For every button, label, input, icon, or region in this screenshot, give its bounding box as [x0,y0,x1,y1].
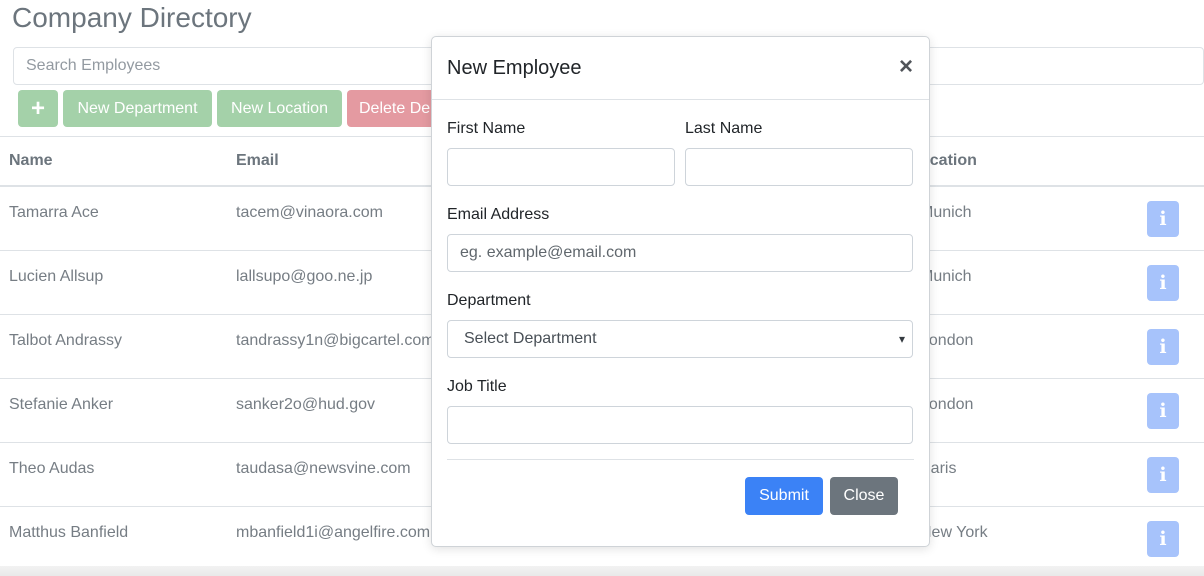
info-icon[interactable]: i [1147,265,1179,301]
cell-email: taudasa@newsvine.com [236,460,411,477]
last-name-field[interactable] [685,148,913,186]
cell-email: lallsupo@goo.ne.jp [236,268,373,285]
info-icon[interactable]: i [1147,521,1179,557]
add-employee-button[interactable]: + [18,90,58,127]
info-icon[interactable]: i [1147,329,1179,365]
page-title: Company Directory [12,2,252,33]
chevron-down-icon: ▾ [898,332,905,346]
cell-email: tandrassy1n@bigcartel.com [236,332,435,349]
first-name-field[interactable] [447,148,675,186]
cell-name: Lucien Allsup [9,268,104,285]
modal-divider [447,459,914,460]
submit-button[interactable]: Submit [745,477,823,515]
department-select-value: Select Department [464,330,597,347]
footer-shadow [0,566,1204,576]
column-header-email[interactable]: Email [236,152,279,170]
modal-title: New Employee [447,57,582,79]
cell-name: Matthus Banfield [9,524,129,541]
department-label: Department [447,292,531,309]
info-icon[interactable]: i [1147,393,1179,429]
new-location-button[interactable]: New Location [217,90,342,127]
cell-name: Tamarra Ace [9,204,99,221]
close-icon[interactable]: × [899,53,913,81]
email-field[interactable]: eg. example@email.com [447,234,913,272]
department-select[interactable]: Select Department ▾ [447,320,913,358]
job-title-field[interactable] [447,406,913,444]
info-icon[interactable]: i [1147,201,1179,237]
cell-name: Theo Audas [9,460,95,477]
column-header-name[interactable]: Name [9,152,53,170]
cell-name: Talbot Andrassy [9,332,122,349]
cell-email: tacem@vinaora.com [236,204,383,221]
email-label: Email Address [447,206,550,223]
info-icon[interactable]: i [1147,457,1179,493]
cell-email: sanker2o@hud.gov [236,396,375,413]
job-title-label: Job Title [447,378,507,395]
new-department-button[interactable]: New Department [63,90,212,127]
cell-email: mbanfield1i@angelfire.com [236,524,431,541]
cell-name: Stefanie Anker [9,396,114,413]
first-name-label: First Name [447,120,526,137]
modal-header: New Employee × [432,37,929,100]
last-name-label: Last Name [685,120,763,137]
new-employee-modal: New Employee × First Name Last Name Emai… [431,36,930,547]
cell-location: New York [920,524,988,541]
close-button[interactable]: Close [830,477,898,515]
